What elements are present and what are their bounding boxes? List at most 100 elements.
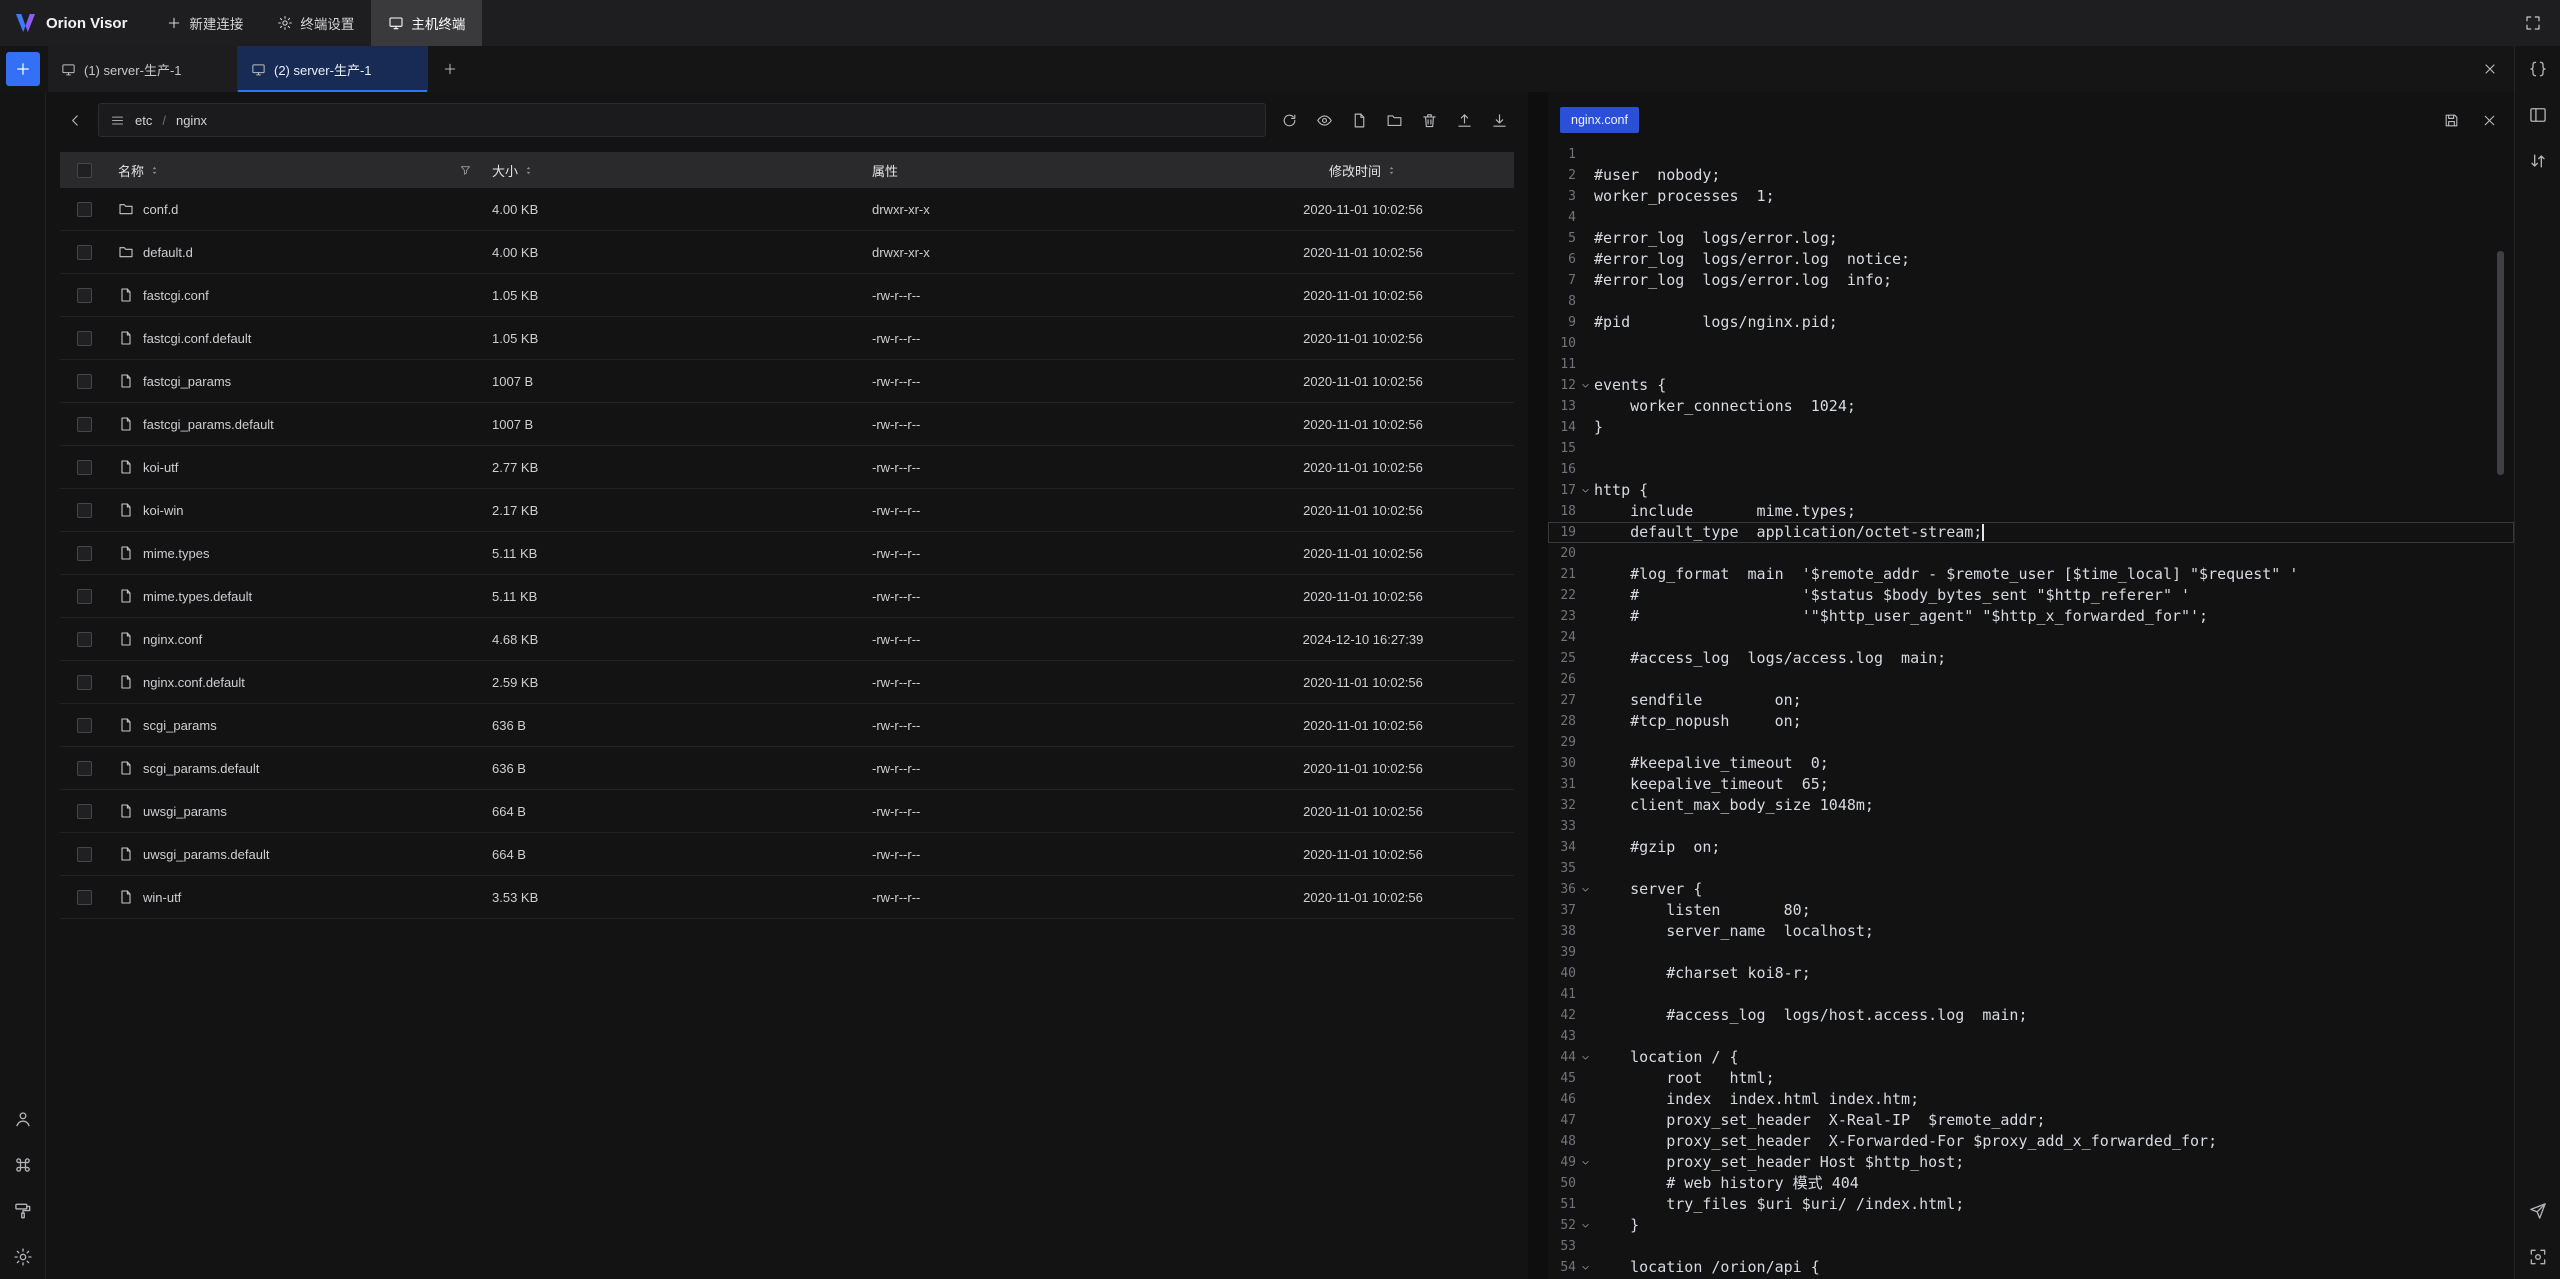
file-name[interactable]: nginx.conf — [143, 632, 202, 647]
row-checkbox[interactable] — [77, 460, 92, 475]
row-checkbox[interactable] — [77, 589, 92, 604]
file-row[interactable]: nginx.conf.default2.59 KB-rw-r--r--2020-… — [60, 661, 1514, 704]
code-line[interactable]: 53 — [1548, 1236, 2514, 1257]
file-row[interactable]: uwsgi_params664 B-rw-r--r--2020-11-01 10… — [60, 790, 1514, 833]
code-line[interactable]: 33 — [1548, 816, 2514, 837]
refresh-button[interactable] — [1274, 105, 1304, 135]
file-name[interactable]: scgi_params.default — [143, 761, 259, 776]
file-name[interactable]: koi-utf — [143, 460, 178, 475]
breadcrumb-segment[interactable]: nginx — [176, 113, 207, 128]
code-line[interactable]: 24 — [1548, 627, 2514, 648]
file-row[interactable]: scgi_params.default636 B-rw-r--r--2020-1… — [60, 747, 1514, 790]
code-line[interactable]: 20 — [1548, 543, 2514, 564]
fold-chevron-icon[interactable] — [1576, 1052, 1594, 1063]
code-line[interactable]: 39 — [1548, 942, 2514, 963]
fullscreen-button[interactable] — [2506, 0, 2560, 46]
file-name[interactable]: mime.types.default — [143, 589, 252, 604]
code-line[interactable]: 27 sendfile on; — [1548, 690, 2514, 711]
code-line[interactable]: 15 — [1548, 438, 2514, 459]
file-row[interactable]: fastcgi.conf1.05 KB-rw-r--r--2020-11-01 … — [60, 274, 1514, 317]
file-name[interactable]: fastcgi_params — [143, 374, 231, 389]
user-button[interactable] — [13, 1109, 33, 1129]
file-row[interactable]: fastcgi_params.default1007 B-rw-r--r--20… — [60, 403, 1514, 446]
new-file-button[interactable] — [1344, 105, 1374, 135]
code-line[interactable]: 23 # '"$http_user_agent" "$http_x_forwar… — [1548, 606, 2514, 627]
delete-button[interactable] — [1414, 105, 1444, 135]
row-checkbox[interactable] — [77, 331, 92, 346]
code-line[interactable]: 49 proxy_set_header Host $http_host; — [1548, 1152, 2514, 1173]
file-name[interactable]: koi-win — [143, 503, 183, 518]
code-line[interactable]: 2#user nobody; — [1548, 165, 2514, 186]
fold-chevron-icon[interactable] — [1576, 1220, 1594, 1231]
code-line[interactable]: 1 — [1548, 144, 2514, 165]
code-line[interactable]: 35 — [1548, 858, 2514, 879]
send-button[interactable] — [2528, 1201, 2548, 1221]
file-name[interactable]: win-utf — [143, 890, 181, 905]
row-checkbox[interactable] — [77, 632, 92, 647]
fold-chevron-icon[interactable] — [1576, 884, 1594, 895]
column-header-name[interactable]: 名称 — [118, 161, 144, 180]
column-header-size[interactable]: 大小 — [492, 161, 518, 180]
row-checkbox[interactable] — [77, 804, 92, 819]
code-line[interactable]: 31 keepalive_timeout 65; — [1548, 774, 2514, 795]
code-line[interactable]: 36 server { — [1548, 879, 2514, 900]
code-line[interactable]: 52 } — [1548, 1215, 2514, 1236]
file-name[interactable]: default.d — [143, 245, 193, 260]
filter-icon[interactable] — [459, 164, 472, 177]
settings-button[interactable] — [13, 1247, 33, 1267]
add-tab-button[interactable] — [428, 46, 472, 92]
file-name[interactable]: nginx.conf.default — [143, 675, 245, 690]
file-row[interactable]: fastcgi_params1007 B-rw-r--r--2020-11-01… — [60, 360, 1514, 403]
code-line[interactable]: 9#pid logs/nginx.pid; — [1548, 312, 2514, 333]
select-all-checkbox[interactable] — [77, 163, 92, 178]
code-line[interactable]: 50 # web history 模式 404 — [1548, 1173, 2514, 1194]
breadcrumb-segment[interactable]: etc — [135, 113, 152, 128]
column-header-mtime[interactable]: 修改时间 — [1329, 161, 1381, 180]
fold-chevron-icon[interactable] — [1576, 1157, 1594, 1168]
row-checkbox[interactable] — [77, 288, 92, 303]
file-row[interactable]: koi-win2.17 KB-rw-r--r--2020-11-01 10:02… — [60, 489, 1514, 532]
fold-chevron-icon[interactable] — [1576, 380, 1594, 391]
fold-chevron-icon[interactable] — [1576, 485, 1594, 496]
file-name[interactable]: fastcgi.conf — [143, 288, 209, 303]
close-panel-button[interactable] — [2466, 46, 2514, 92]
save-button[interactable] — [2436, 105, 2466, 135]
row-checkbox[interactable] — [77, 417, 92, 432]
file-row[interactable]: default.d4.00 KBdrwxr-xr-x2020-11-01 10:… — [60, 231, 1514, 274]
code-line[interactable]: 32 client_max_body_size 1048m; — [1548, 795, 2514, 816]
file-row[interactable]: fastcgi.conf.default1.05 KB-rw-r--r--202… — [60, 317, 1514, 360]
code-line[interactable]: 37 listen 80; — [1548, 900, 2514, 921]
code-line[interactable]: 6#error_log logs/error.log notice; — [1548, 249, 2514, 270]
file-row[interactable]: koi-utf2.77 KB-rw-r--r--2020-11-01 10:02… — [60, 446, 1514, 489]
code-line[interactable]: 11 — [1548, 354, 2514, 375]
file-name[interactable]: fastcgi.conf.default — [143, 331, 251, 346]
file-row[interactable]: conf.d4.00 KBdrwxr-xr-x2020-11-01 10:02:… — [60, 188, 1514, 231]
code-line[interactable]: 8 — [1548, 291, 2514, 312]
file-row[interactable]: nginx.conf4.68 KB-rw-r--r--2024-12-10 16… — [60, 618, 1514, 661]
code-line[interactable]: 16 — [1548, 459, 2514, 480]
editor-scrollbar[interactable] — [2497, 251, 2504, 475]
preview-button[interactable] — [1309, 105, 1339, 135]
code-line[interactable]: 28 #tcp_nopush on; — [1548, 711, 2514, 732]
code-line[interactable]: 43 — [1548, 1026, 2514, 1047]
file-name[interactable]: scgi_params — [143, 718, 217, 733]
code-line[interactable]: 45 root html; — [1548, 1068, 2514, 1089]
code-line[interactable]: 25 #access_log logs/access.log main; — [1548, 648, 2514, 669]
download-button[interactable] — [1484, 105, 1514, 135]
code-area[interactable]: 12#user nobody;3worker_processes 1;45#er… — [1548, 144, 2514, 1279]
row-checkbox[interactable] — [77, 890, 92, 905]
editor-file-tab[interactable]: nginx.conf — [1560, 107, 1639, 133]
row-checkbox[interactable] — [77, 202, 92, 217]
code-line[interactable]: 38 server_name localhost; — [1548, 921, 2514, 942]
swap-button[interactable] — [2528, 151, 2548, 171]
row-checkbox[interactable] — [77, 718, 92, 733]
file-name[interactable]: fastcgi_params.default — [143, 417, 274, 432]
code-line[interactable]: 44 location / { — [1548, 1047, 2514, 1068]
code-line[interactable]: 47 proxy_set_header X-Real-IP $remote_ad… — [1548, 1110, 2514, 1131]
back-button[interactable] — [60, 105, 90, 135]
code-line[interactable]: 46 index index.html index.htm; — [1548, 1089, 2514, 1110]
file-row[interactable]: uwsgi_params.default664 B-rw-r--r--2020-… — [60, 833, 1514, 876]
code-line[interactable]: 51 try_files $uri $uri/ /index.html; — [1548, 1194, 2514, 1215]
code-line[interactable]: 14} — [1548, 417, 2514, 438]
sort-name-icon[interactable] — [149, 165, 160, 176]
